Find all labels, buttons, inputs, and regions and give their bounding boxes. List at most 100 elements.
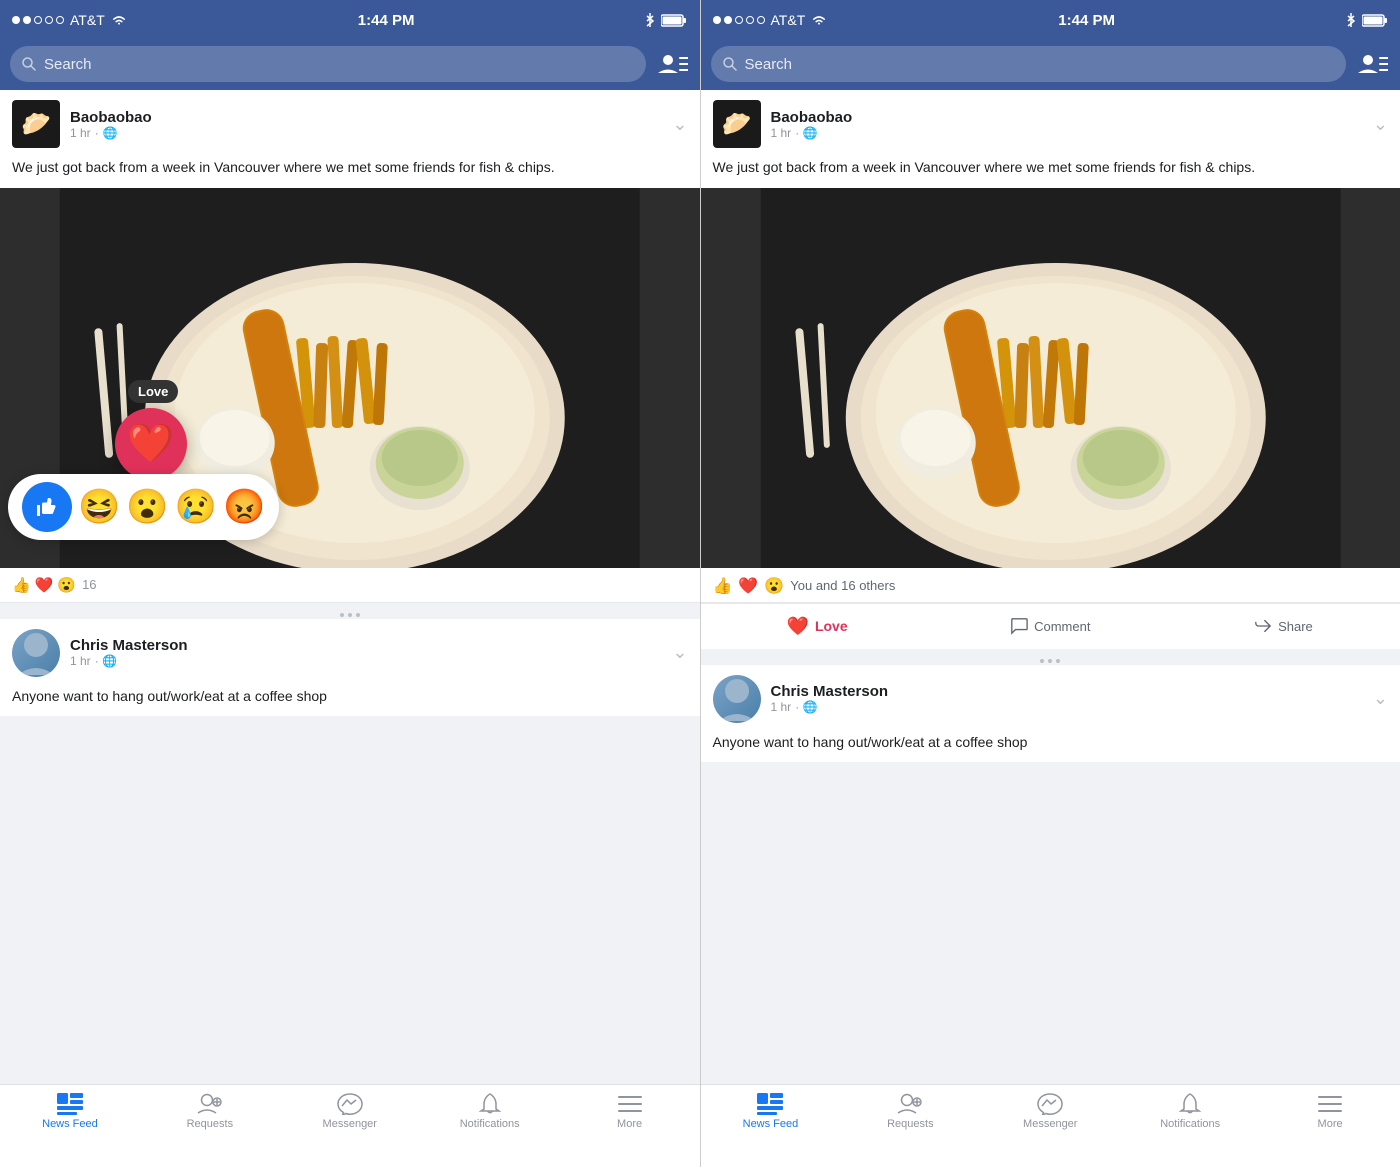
post1-right: 🥟 Baobaobao 1 hr · 🌐 ⌄ We just got back …: [701, 90, 1400, 649]
like-emoji-right: 👍: [713, 576, 733, 596]
post1-meta-left: Baobaobao 1 hr · 🌐: [70, 109, 152, 140]
tab-requests-right[interactable]: Requests: [840, 1093, 980, 1130]
post1-chevron-right[interactable]: ⌄: [1373, 114, 1388, 135]
post1-image-left: Love ❤️ 😆 😮 😢: [0, 188, 700, 568]
tab-label-notifications-left: Notifications: [460, 1118, 520, 1130]
haha-reaction-btn[interactable]: 😆: [78, 487, 120, 527]
angry-reaction-btn[interactable]: 😡: [223, 487, 265, 527]
post1-avatar-left: 🥟: [12, 100, 60, 148]
search-icon-left: [22, 57, 36, 71]
wifi-icon-left: [111, 14, 127, 26]
signal-dots: [12, 16, 64, 24]
tab-label-requests-right: Requests: [887, 1118, 933, 1130]
post1-header-right: 🥟 Baobaobao 1 hr · 🌐 ⌄: [701, 90, 1400, 158]
wow-reaction-btn[interactable]: 😮: [126, 487, 168, 527]
post2-author-right: Chris Masterson: [771, 683, 889, 700]
more-icon-left: [617, 1093, 643, 1115]
reactions-bar-right-panel: 👍 ❤️ 😮 You and 16 others: [701, 568, 1400, 603]
post1-text-left: We just got back from a week in Vancouve…: [0, 158, 700, 188]
post1-header-left: 🥟 Baobaobao 1 hr · 🌐 ⌄: [0, 90, 700, 158]
search-input-left[interactable]: Search: [10, 46, 646, 82]
post1-avatar-right: 🥟: [713, 100, 761, 148]
post1-image-right: [701, 188, 1400, 568]
post1-time-left: 1 hr · 🌐: [70, 126, 152, 140]
tab-news-feed-left[interactable]: News Feed: [0, 1093, 140, 1130]
post2-chevron-left[interactable]: ⌄: [672, 642, 687, 663]
large-love-emoji[interactable]: ❤️: [115, 408, 187, 480]
comment-btn-right[interactable]: Comment: [934, 608, 1167, 645]
tab-news-feed-right[interactable]: News Feed: [701, 1093, 841, 1130]
share-btn-right[interactable]: Share: [1167, 608, 1400, 645]
shock-emoji-right: 😮: [764, 576, 784, 596]
search-bar-left[interactable]: Search: [0, 40, 700, 90]
sep-dot2: [348, 613, 352, 617]
comment-action-label: Comment: [1034, 619, 1090, 634]
sep-dot2r: [1048, 659, 1052, 663]
tab-messenger-right[interactable]: Messenger: [980, 1093, 1120, 1130]
post2-meta-left: Chris Masterson 1 hr · 🌐: [70, 637, 188, 668]
love-emoji-right: ❤️: [738, 576, 758, 596]
post2-chevron-right[interactable]: ⌄: [1373, 688, 1388, 709]
profile-menu-icon-left: [656, 53, 688, 75]
tab-notifications-left[interactable]: Notifications: [420, 1093, 560, 1130]
sep-dot3r: [1056, 659, 1060, 663]
carrier-right: AT&T: [771, 12, 806, 28]
notifications-icon-right: [1179, 1093, 1201, 1115]
search-placeholder-right: Search: [745, 56, 793, 73]
love-btn-right[interactable]: ❤️ Love: [701, 608, 934, 645]
dot4r: [746, 16, 754, 24]
feed-left: 🥟 Baobaobao 1 hr · 🌐 ⌄ We just got back …: [0, 90, 700, 1084]
sep-dot3: [356, 613, 360, 617]
dots-separator-right: [701, 657, 1400, 665]
sep-dot1: [340, 613, 344, 617]
tab-label-more-left: More: [617, 1118, 642, 1130]
food-image-svg-right: [701, 188, 1400, 568]
dot4: [45, 16, 53, 24]
post2-header-info-left: Chris Masterson 1 hr · 🌐: [12, 629, 188, 677]
reaction-count-left: 16: [82, 577, 96, 592]
post2-time-left: 1 hr · 🌐: [70, 654, 188, 668]
tab-more-right[interactable]: More: [1260, 1093, 1400, 1130]
signal-dots-right: [713, 16, 765, 24]
notifications-icon-left: [479, 1093, 501, 1115]
profile-menu-icon-right: [1356, 53, 1388, 75]
requests-icon-left: [197, 1093, 223, 1115]
like-reaction-btn[interactable]: [22, 482, 72, 532]
tab-label-requests-left: Requests: [187, 1118, 233, 1130]
search-placeholder-left: Search: [44, 56, 92, 73]
search-input-right[interactable]: Search: [711, 46, 1347, 82]
tab-messenger-left[interactable]: Messenger: [280, 1093, 420, 1130]
tab-more-left[interactable]: More: [560, 1093, 700, 1130]
post1-author-right: Baobaobao: [771, 109, 853, 126]
tab-notifications-right[interactable]: Notifications: [1120, 1093, 1260, 1130]
reactions-row-left: 👍 ❤️ 😮 16: [0, 568, 700, 603]
shock-emoji-left: 😮: [57, 576, 76, 594]
action-bar-right: ❤️ Love Comment Share: [701, 603, 1400, 649]
post1-chevron-left[interactable]: ⌄: [672, 114, 687, 135]
reactions-text-right: You and 16 others: [790, 578, 895, 593]
news-feed-icon-right: [757, 1093, 783, 1115]
person-avatar-svg: [16, 629, 56, 677]
battery-icon-left: [661, 14, 687, 27]
tab-requests-left[interactable]: Requests: [140, 1093, 280, 1130]
dot5: [56, 16, 64, 24]
right-panel: AT&T 1:44 PM: [701, 0, 1400, 1167]
post2-left: Chris Masterson 1 hr · 🌐 ⌄ Anyone want t…: [0, 619, 700, 717]
messenger-icon-left: [337, 1093, 363, 1115]
post2-text-right: Anyone want to hang out/work/eat at a co…: [701, 733, 1400, 763]
time-left: 1:44 PM: [358, 12, 415, 29]
thumbs-up-icon: [35, 495, 59, 519]
post2-text-left: Anyone want to hang out/work/eat at a co…: [0, 687, 700, 717]
search-bar-right[interactable]: Search: [701, 40, 1400, 90]
post2-time-right: 1 hr · 🌐: [771, 700, 889, 714]
globe-icon-left: 🌐: [103, 126, 118, 140]
tab-label-more-right: More: [1318, 1118, 1343, 1130]
post1-text-right: We just got back from a week in Vancouve…: [701, 158, 1400, 188]
post2-header-right: Chris Masterson 1 hr · 🌐 ⌄: [701, 665, 1400, 733]
share-action-label: Share: [1278, 619, 1313, 634]
profile-icon-left[interactable]: [654, 46, 690, 82]
requests-icon-right: [897, 1093, 923, 1115]
sad-reaction-btn[interactable]: 😢: [175, 487, 217, 527]
profile-icon-right[interactable]: [1354, 46, 1390, 82]
love-label: Love: [128, 380, 178, 403]
